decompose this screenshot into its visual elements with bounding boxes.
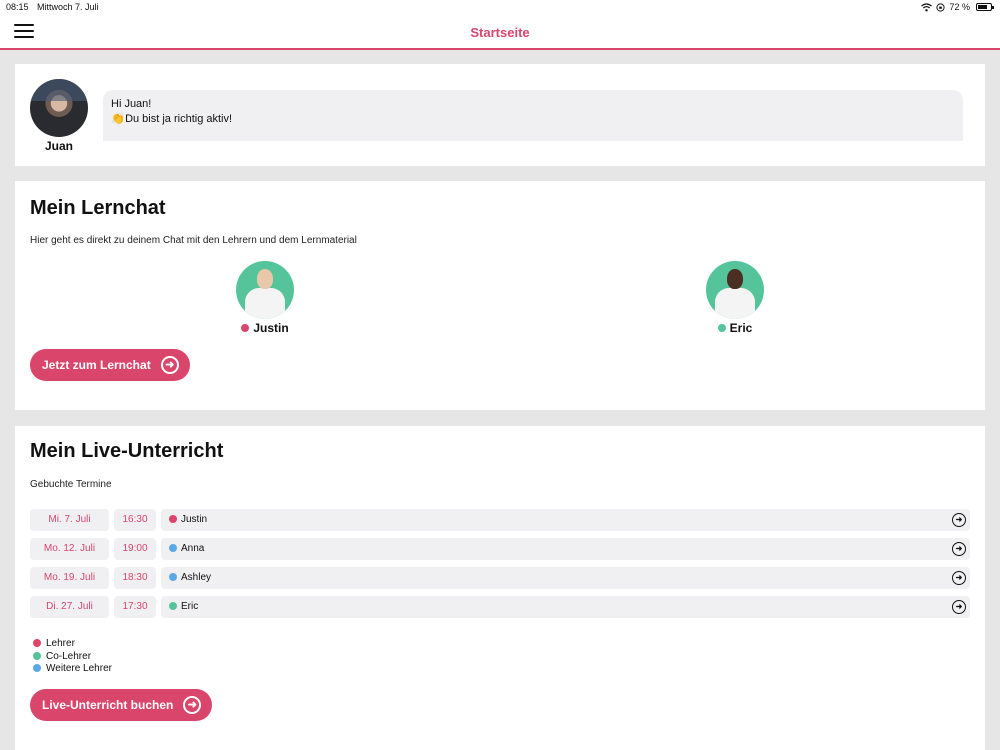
- appointment-date: Mo. 12. Juli: [30, 538, 109, 560]
- status-date: Mittwoch 7. Juli: [37, 2, 99, 12]
- arrow-right-circle-icon[interactable]: ➜: [952, 571, 966, 585]
- role-dot: [169, 544, 177, 552]
- appointment-row[interactable]: Mo. 12. Juli 19:00 Anna ➜: [30, 538, 970, 560]
- arrow-right-circle-icon: ➜: [183, 696, 202, 714]
- appointment-teacher-name: Eric: [181, 601, 199, 612]
- appointment-teacher[interactable]: Justin ➜: [161, 509, 970, 531]
- navigation-bar: Startseite: [0, 14, 1000, 50]
- page-title: Startseite: [470, 25, 530, 40]
- greeting-line-1: Hi Juan!: [111, 98, 152, 110]
- legend-item: Lehrer: [33, 638, 112, 651]
- appointment-teacher[interactable]: Ashley ➜: [161, 567, 970, 589]
- teacher-name: Justin: [230, 321, 300, 335]
- live-subtitle: Gebuchte Termine: [30, 479, 112, 490]
- arrow-right-circle-icon[interactable]: ➜: [952, 600, 966, 614]
- appointment-time: 16:30: [114, 509, 156, 531]
- button-label: Jetzt zum Lernchat: [42, 358, 151, 372]
- teacher-name-label: Eric: [729, 321, 753, 335]
- status-bar: 08:15 Mittwoch 7. Juli 72 %: [0, 0, 1000, 14]
- greeting-card: Juan Hi Juan! 👏 Du bist ja richtig aktiv…: [15, 64, 985, 166]
- go-to-lernchat-button[interactable]: Jetzt zum Lernchat ➜: [30, 349, 190, 381]
- appointment-teacher-name: Ashley: [181, 572, 212, 583]
- orientation-lock-icon: [936, 2, 946, 12]
- wifi-icon: [921, 2, 933, 11]
- lernchat-description: Hier geht es direkt zu deinem Chat mit d…: [30, 235, 357, 246]
- role-dot: [169, 515, 177, 523]
- lernchat-card: Mein Lernchat Hier geht es direkt zu dei…: [15, 181, 985, 410]
- live-unterricht-card: Mein Live-Unterricht Gebuchte Termine Mi…: [15, 426, 985, 750]
- appointment-date: Mi. 7. Juli: [30, 509, 109, 531]
- avatar[interactable]: [30, 79, 88, 137]
- legend-dot: [33, 664, 41, 672]
- legend-item: Co-Lehrer: [33, 651, 112, 664]
- greeting-line-2: Du bist ja richtig aktiv!: [125, 113, 233, 125]
- clapping-hands-icon: 👏: [111, 113, 125, 125]
- status-right: 72 %: [921, 2, 994, 12]
- arrow-right-circle-icon: ➜: [160, 356, 179, 374]
- status-time: 08:15: [6, 2, 29, 12]
- appointment-row[interactable]: Mi. 7. Juli 16:30 Justin ➜: [30, 509, 970, 531]
- appointment-row[interactable]: Mo. 19. Juli 18:30 Ashley ➜: [30, 567, 970, 589]
- greeting-bubble: Hi Juan! 👏 Du bist ja richtig aktiv!: [103, 90, 963, 141]
- appointment-teacher[interactable]: Anna ➜: [161, 538, 970, 560]
- teacher-avatar: [236, 261, 294, 319]
- arrow-right-circle-icon[interactable]: ➜: [952, 542, 966, 556]
- live-title: Mein Live-Unterricht: [30, 440, 224, 462]
- teacher-head: [257, 269, 273, 289]
- legend-dot: [33, 651, 41, 660]
- teacher-head: [727, 269, 743, 289]
- greeting-line-2-wrap: 👏 Du bist ja richtig aktiv!: [111, 112, 955, 127]
- teacher-eric[interactable]: Eric: [700, 261, 770, 335]
- appointment-date: Mo. 19. Juli: [30, 567, 109, 589]
- lernchat-title: Mein Lernchat: [30, 197, 166, 219]
- appointment-teacher[interactable]: Eric ➜: [161, 596, 970, 618]
- role-dot: [169, 602, 177, 610]
- legend-item: Weitere Lehrer: [33, 663, 112, 676]
- appointment-time: 17:30: [114, 596, 156, 618]
- button-label: Live-Unterricht buchen: [42, 698, 174, 712]
- battery-percent: 72 %: [949, 2, 970, 12]
- appointment-time: 19:00: [114, 538, 156, 560]
- teacher-justin[interactable]: Justin: [230, 261, 300, 335]
- appointment-teacher-name: Anna: [181, 543, 205, 554]
- appointment-teacher-name: Justin: [181, 514, 208, 525]
- role-dot: [717, 324, 726, 332]
- appointment-row[interactable]: Di. 27. Juli 17:30 Eric ➜: [30, 596, 970, 618]
- teacher-avatar: [706, 261, 764, 319]
- legend-dot: [33, 639, 41, 647]
- teacher-name: Eric: [700, 321, 770, 335]
- book-live-lesson-button[interactable]: Live-Unterricht buchen ➜: [30, 689, 213, 721]
- role-dot: [241, 324, 250, 332]
- battery-icon: [976, 3, 994, 11]
- arrow-right-circle-icon[interactable]: ➜: [952, 513, 966, 527]
- role-dot: [169, 573, 177, 581]
- appointment-time: 18:30: [114, 567, 156, 589]
- user-name: Juan: [44, 139, 73, 153]
- legend: Lehrer Co-Lehrer Weitere Lehrer: [33, 638, 112, 676]
- appointment-date: Di. 27. Juli: [30, 596, 109, 618]
- teacher-name-label: Justin: [253, 321, 289, 335]
